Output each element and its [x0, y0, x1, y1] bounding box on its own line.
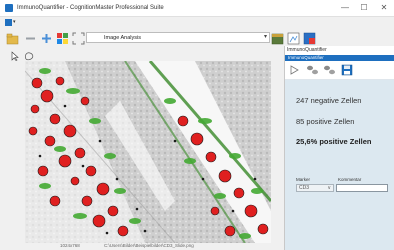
marker-select-value: CD3: [299, 185, 310, 191]
play-icon[interactable]: [290, 65, 299, 75]
results-area: 247 negative Zellen 85 positive Zellen 2…: [285, 80, 394, 250]
panel-toolbar: [285, 61, 394, 80]
workflow-select-value: Image Analysis: [104, 35, 141, 41]
chevron-down-icon: ∨: [327, 185, 331, 191]
lasso-icon[interactable]: [24, 51, 35, 61]
remove-icon[interactable]: [24, 32, 37, 45]
image-viewer[interactable]: [25, 61, 271, 243]
workflow-select[interactable]: Image Analysis ▾: [86, 32, 270, 43]
panel-title: ImmunoQuantifier: [287, 47, 327, 53]
pointer-icon[interactable]: [10, 51, 20, 61]
chevron-down-icon: ▾: [263, 34, 267, 40]
cells-select-icon[interactable]: [323, 64, 336, 76]
immunoquantifier-panel: ImmunoQuantifier ImmunoQuantifier 247 ne…: [284, 46, 394, 250]
tissue-image: [25, 61, 271, 243]
grid-menu-icon[interactable]: [5, 19, 12, 26]
maximize-button[interactable]: ☐: [357, 2, 371, 14]
status-file-path: C:\Users\Bilder\Beispielbilder\CD3_Slide…: [104, 243, 194, 248]
comment-input[interactable]: [336, 184, 388, 192]
save-icon[interactable]: [341, 64, 353, 76]
app-icon: [5, 4, 13, 12]
status-bar: 1024x768 C:\Users\Bilder\Beispielbilder\…: [0, 243, 284, 250]
window-title: ImmunoQuantifier - CognitionMaster Profe…: [17, 5, 164, 11]
fullscreen-icon[interactable]: [72, 32, 85, 45]
marker-select[interactable]: CD3 ∨: [296, 184, 334, 192]
positive-cell-count: 85 positive Zellen: [296, 117, 355, 126]
quick-access-bar: ▾: [0, 17, 394, 28]
open-folder-icon[interactable]: [6, 32, 19, 45]
marker-label: Marker: [296, 177, 311, 182]
positive-cell-percent: 25,6% positive Zellen: [296, 137, 372, 146]
add-icon[interactable]: [40, 32, 53, 45]
close-button[interactable]: ✕: [377, 2, 391, 14]
title-bar: ImmunoQuantifier - CognitionMaster Profe…: [0, 0, 394, 17]
color-adjust-icon[interactable]: [56, 32, 69, 45]
status-image-size: 1024x768: [60, 243, 80, 248]
cells-icon[interactable]: [306, 64, 319, 76]
grid-view-icon[interactable]: [287, 32, 300, 45]
analysis-tool-icon[interactable]: [271, 32, 284, 45]
comment-label: Kommentar: [338, 177, 362, 182]
negative-cell-count: 247 negative Zellen: [296, 96, 362, 105]
image-icon[interactable]: [303, 32, 316, 45]
dropdown-icon[interactable]: ▾: [13, 19, 17, 26]
minimize-button[interactable]: —: [338, 2, 352, 14]
